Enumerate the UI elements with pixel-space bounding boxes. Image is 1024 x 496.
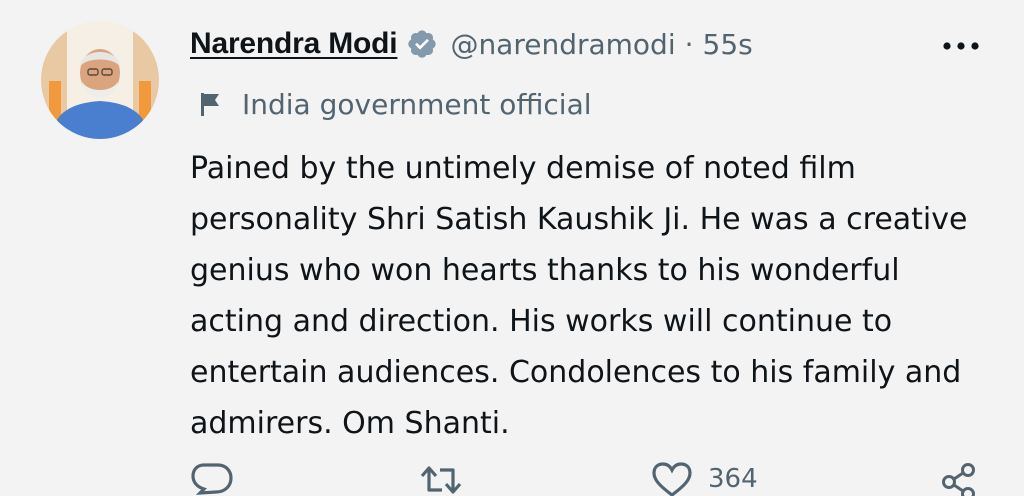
separator-dot: · [684, 27, 694, 61]
tweet-text: Pained by the untimely demise of noted f… [190, 151, 968, 441]
reply-button[interactable] [190, 462, 234, 496]
like-button[interactable]: 364 [650, 462, 758, 496]
verified-badge-icon [406, 28, 438, 60]
reply-icon [190, 462, 234, 496]
timestamp[interactable]: 55s [703, 28, 753, 61]
avatar-image [41, 21, 159, 139]
author-name[interactable]: Narendra Modi [190, 27, 398, 61]
flag-icon [200, 90, 222, 118]
retweet-button[interactable] [418, 462, 464, 496]
action-bar: 364 [0, 462, 1024, 496]
government-label-text: India government official [242, 87, 592, 121]
share-icon [940, 462, 978, 496]
avatar[interactable] [41, 21, 159, 139]
retweet-icon [418, 462, 464, 496]
more-options-icon[interactable] [940, 38, 982, 52]
share-button[interactable] [940, 462, 978, 496]
tweet-card: Narendra Modi @narendramodi · 55s India … [0, 0, 1024, 496]
tweet-header: Narendra Modi @narendramodi · 55s [190, 24, 753, 64]
author-handle[interactable]: @narendramodi [450, 28, 675, 61]
heart-icon [650, 462, 694, 496]
like-count: 364 [708, 464, 758, 494]
government-label[interactable]: India government official [200, 84, 592, 124]
